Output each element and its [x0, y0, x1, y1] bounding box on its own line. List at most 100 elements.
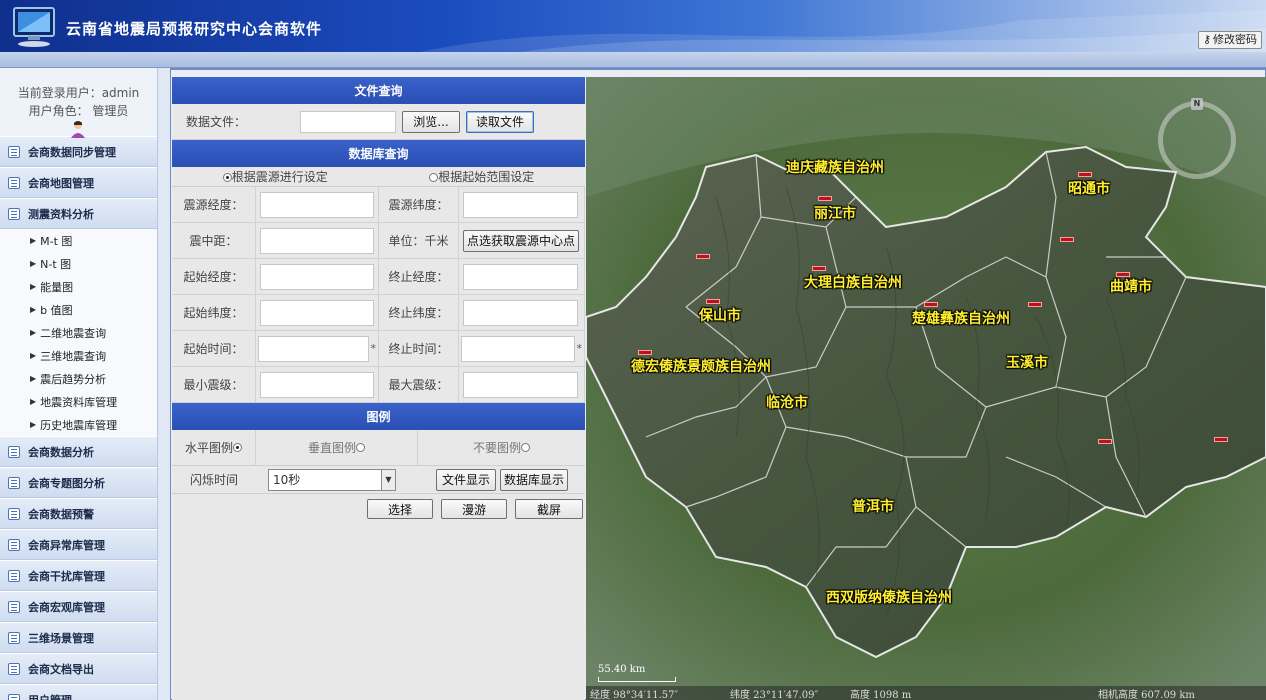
change-password-button[interactable]: ⚷ 修改密码 [1197, 31, 1262, 49]
sidebar-item-doc-export[interactable]: 会商文档导出 [0, 653, 157, 684]
legend-vertical-option[interactable]: 垂直图例 [256, 430, 418, 465]
sidebar-item-thematic-map[interactable]: 会商专题图分析 [0, 467, 157, 498]
scale-bar: 55.40 km [598, 664, 676, 682]
max-mag-label: 最大震级： [379, 367, 459, 402]
sidebar-item-macro-db[interactable]: 会商宏观库管理 [0, 591, 157, 622]
list-icon [8, 476, 20, 489]
db-query-header: 数据库查询 [172, 140, 585, 167]
sidebar-item-interference-db[interactable]: 会商干扰库管理 [0, 560, 157, 591]
read-file-button[interactable]: 读取文件 [466, 110, 534, 133]
radio-by-range[interactable]: 根据起始范围设定 [429, 168, 534, 185]
start-lon-input[interactable] [260, 263, 374, 290]
screenshot-button[interactable]: 截屏 [515, 499, 583, 519]
sidebar-item-seismic-analysis[interactable]: 测震资料分析 [0, 198, 157, 229]
radio-by-source[interactable]: 根据震源进行设定 [222, 168, 328, 185]
radio-empty-icon [521, 443, 530, 452]
pick-center-button[interactable]: 点选获取震源中心点 [463, 229, 579, 252]
max-mag-input[interactable] [463, 371, 578, 398]
source-lat-input[interactable] [463, 191, 578, 218]
end-time-input[interactable] [461, 335, 575, 362]
epi-distance-input[interactable] [260, 227, 374, 254]
source-lon-label: 震源经度： [172, 187, 256, 222]
sidebar-item-anomaly-db[interactable]: 会商异常库管理 [0, 529, 157, 560]
city-marker[interactable] [1078, 172, 1092, 177]
start-lat-input[interactable] [260, 299, 374, 326]
city-marker[interactable] [924, 302, 938, 307]
sidebar-subitem-quake-db[interactable]: ▶ 地震资料库管理 [0, 390, 157, 413]
file-display-button[interactable]: 文件显示 [436, 468, 496, 491]
login-user-label: 当前登录用户：admin [17, 86, 140, 100]
start-time-input[interactable] [258, 335, 369, 362]
lat-range-row: 起始纬度： 终止纬度： [172, 295, 585, 331]
sidebar-subitem-energy[interactable]: ▶ 能量图 [0, 275, 157, 298]
sidebar-subitem-bvalue[interactable]: ▶ b 值图 [0, 298, 157, 321]
distance-row: 震中距： 单位：千米 点选获取震源中心点 [172, 223, 585, 259]
status-longitude: 经度 98°34′11.57″ [590, 689, 679, 700]
place-label: 曲靖市 [1110, 279, 1152, 295]
city-marker[interactable] [696, 254, 710, 259]
time-range-row: 起始时间： * 终止时间： * [172, 331, 585, 367]
place-label: 丽江市 [814, 206, 856, 222]
sidebar-item-data-sync[interactable]: 会商数据同步管理 [0, 136, 157, 167]
data-file-path-input[interactable] [300, 110, 396, 133]
city-marker[interactable] [638, 350, 652, 355]
map-view[interactable]: 迪庆藏族自治州 丽江市 昭通市 大理白族自治州 曲靖市 保山市 楚雄彝族自治州 … [586, 77, 1266, 700]
city-marker[interactable] [1214, 437, 1228, 442]
triangle-right-icon: ▶ [30, 328, 37, 337]
start-time-label: 起始时间： [172, 331, 256, 366]
sidebar-item-data-analysis[interactable]: 会商数据分析 [0, 436, 157, 467]
scale-bar-graphic [598, 677, 676, 682]
legend-none-option[interactable]: 不要图例 [418, 430, 585, 465]
triangle-right-icon: ▶ [30, 420, 37, 429]
sidebar-item-3d-scene[interactable]: 三维场景管理 [0, 622, 157, 653]
city-marker[interactable] [1098, 439, 1112, 444]
status-elevation: 高度 1098 m [850, 689, 912, 700]
city-marker[interactable] [1060, 237, 1074, 242]
legend-horizontal-option[interactable]: 水平图例 [172, 430, 256, 465]
sidebar-subitem-2d-query[interactable]: ▶ 二维地震查询 [0, 321, 157, 344]
db-display-button[interactable]: 数据库显示 [500, 468, 568, 491]
epi-distance-label: 震中距： [172, 223, 256, 258]
start-lat-label: 起始纬度： [172, 295, 256, 330]
chevron-down-icon[interactable]: ▼ [381, 469, 395, 490]
triangle-right-icon: ▶ [30, 282, 37, 291]
sidebar-item-user-manage[interactable]: 用户管理 [0, 684, 157, 700]
radio-selected-icon [233, 443, 242, 452]
triangle-right-icon: ▶ [30, 236, 37, 245]
end-lon-input[interactable] [463, 263, 578, 290]
select-button[interactable]: 选择 [367, 499, 433, 519]
sidebar-item-data-warning[interactable]: 会商数据预警 [0, 498, 157, 529]
browse-button[interactable]: 浏览... [402, 110, 460, 133]
end-time-label: 终止时间： [379, 331, 459, 366]
source-lon-input[interactable] [260, 191, 374, 218]
sidebar-subitem-history-db[interactable]: ▶ 历史地震库管理 [0, 413, 157, 436]
sidebar-subitem-trend[interactable]: ▶ 震后趋势分析 [0, 367, 157, 390]
list-icon [8, 145, 20, 158]
sidebar-item-map-manage[interactable]: 会商地图管理 [0, 167, 157, 198]
list-icon [8, 631, 20, 644]
city-marker[interactable] [812, 266, 826, 271]
roam-button[interactable]: 漫游 [441, 499, 507, 519]
list-icon [8, 693, 20, 700]
file-query-header: 文件查询 [172, 77, 585, 104]
unit-label: 单位：千米 [379, 223, 459, 258]
sidebar: 当前登录用户：admin 用户角色： 管理员 会商数据同步管理 会商地图管理 测… [0, 68, 158, 700]
sidebar-subitem-3d-query[interactable]: ▶ 三维地震查询 [0, 344, 157, 367]
city-marker[interactable] [1116, 272, 1130, 277]
sidebar-subitem-nt[interactable]: ▶ N-t 图 [0, 252, 157, 275]
list-icon [8, 207, 20, 220]
sidebar-subitem-mt[interactable]: ▶ M-t 图 [0, 229, 157, 252]
min-mag-input[interactable] [260, 371, 374, 398]
status-latitude: 纬度 23°11′47.09″ [730, 689, 819, 700]
flash-time-select[interactable]: 10秒 ▼ [268, 468, 396, 491]
start-lon-label: 起始经度： [172, 259, 256, 294]
compass-control[interactable]: N [1158, 98, 1236, 179]
header-subbar [0, 52, 1266, 68]
sidebar-menu: 会商数据同步管理 会商地图管理 测震资料分析 ▶ M-t 图 ▶ N-t 图 ▶ 能量… [0, 136, 157, 700]
city-marker[interactable] [706, 299, 720, 304]
city-marker[interactable] [818, 196, 832, 201]
city-marker[interactable] [1028, 302, 1042, 307]
place-label: 保山市 [699, 308, 741, 324]
status-camera-height: 相机高度 607.09 km [1098, 689, 1195, 700]
end-lat-input[interactable] [463, 299, 578, 326]
